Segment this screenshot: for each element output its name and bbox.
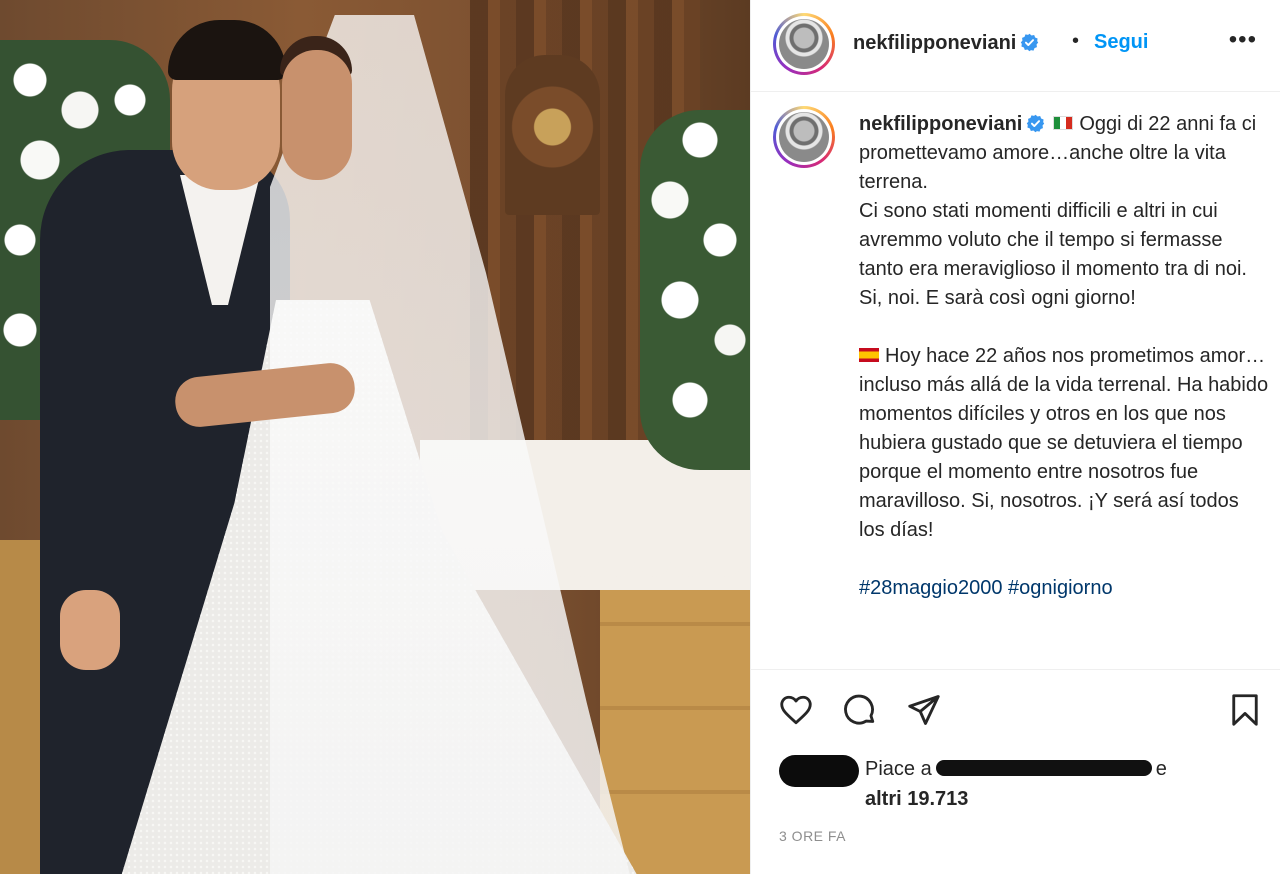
caption-avatar[interactable]	[773, 106, 835, 168]
save-bookmark-icon[interactable]	[1227, 692, 1263, 728]
follow-button[interactable]: Segui	[1094, 31, 1148, 54]
caption-text: nekfilipponeviani Oggi di 22 anni fa ci p…	[859, 110, 1269, 603]
avatar-ring-inner	[776, 16, 832, 72]
caption-es-text: Hoy hace 22 años nos prometimos amor… in…	[859, 345, 1269, 541]
avatar-image	[779, 19, 829, 69]
profile-avatar[interactable]	[773, 13, 835, 75]
header-username[interactable]: nekfilipponeviani	[853, 32, 1039, 55]
like-heart-icon[interactable]	[777, 692, 815, 728]
liker-username-redacted[interactable]	[935, 760, 1152, 776]
caption-it-line-1: nekfilipponeviani Oggi di 22 anni fa ci p…	[859, 110, 1269, 197]
post-header: nekfilipponeviani • Segui •••	[751, 0, 1280, 92]
caption-section: nekfilipponeviani Oggi di 22 anni fa ci p…	[751, 92, 1280, 670]
caption-hashtags: #28maggio2000 #ognigiorno	[859, 574, 1269, 603]
verified-badge-icon	[1021, 33, 1039, 52]
likes-prefix: Piace a	[865, 758, 932, 780]
avatar-ring-inner	[776, 109, 832, 165]
altar-panel	[505, 55, 600, 215]
bride-face	[282, 50, 352, 180]
likes-line: Piace a e	[865, 758, 1167, 781]
liker-avatar-redacted[interactable]	[779, 755, 859, 787]
more-options-icon[interactable]: •••	[1229, 26, 1257, 54]
comment-icon[interactable]	[841, 692, 879, 728]
altar-base	[600, 590, 750, 874]
caption-username[interactable]: nekfilipponeviani	[859, 113, 1022, 135]
caption-es-paragraph: Hoy hace 22 años nos prometimos amor… in…	[859, 342, 1269, 545]
flowers-right	[640, 110, 750, 470]
post-timestamp[interactable]: 3 ORE FA	[779, 828, 846, 844]
groom-hand	[60, 590, 120, 670]
post-photo[interactable]	[0, 0, 750, 874]
header-separator: •	[1072, 30, 1080, 52]
altar-base-left	[0, 540, 40, 874]
verified-badge-icon	[1027, 114, 1045, 133]
header-username-text[interactable]: nekfilipponeviani	[853, 32, 1016, 54]
spain-flag-icon	[859, 348, 879, 362]
share-send-icon[interactable]	[905, 692, 943, 728]
hashtag-link[interactable]: #ognigiorno	[1008, 577, 1113, 599]
post-sidebar: nekfilipponeviani • Segui ••• nekfilippo…	[750, 0, 1280, 874]
caption-it-paragraph-2: Ci sono stati momenti difficili e altri …	[859, 200, 1247, 309]
likes-count[interactable]: altri 19.713	[865, 788, 968, 811]
likes-suffix: e	[1155, 758, 1167, 780]
likes-section: Piace a e altri 19.713	[779, 755, 1279, 815]
action-bar	[751, 686, 1280, 736]
groom-hair	[168, 20, 286, 80]
avatar-image	[779, 112, 829, 162]
italy-flag-icon	[1053, 116, 1074, 130]
hashtag-link[interactable]: #28maggio2000	[859, 577, 1002, 599]
